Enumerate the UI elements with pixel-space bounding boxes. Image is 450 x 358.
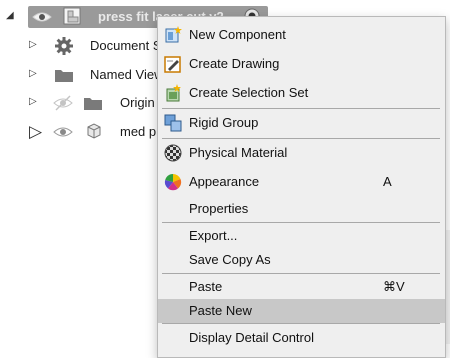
document-icon xyxy=(63,7,81,25)
menu-item-physical-material[interactable]: Physical Material xyxy=(158,141,445,165)
menu-item-save-copy-as[interactable]: Save Copy As xyxy=(158,248,445,272)
menu-separator xyxy=(162,273,440,274)
browser-item-label: Origin xyxy=(120,95,155,110)
menu-item-label: Physical Material xyxy=(189,145,288,160)
expand-triangle-icon[interactable]: ▷ xyxy=(29,68,37,79)
menu-item-create-selection-set[interactable]: Create Selection Set xyxy=(158,81,445,105)
menu-item-label: Paste New xyxy=(189,303,252,318)
shortcut-label: A xyxy=(383,174,392,189)
new-component-icon xyxy=(165,26,182,43)
menu-item-new-component[interactable]: New Component xyxy=(158,23,445,47)
menu-item-label: Export... xyxy=(189,228,238,243)
menu-separator xyxy=(162,323,440,324)
menu-item-label: Properties xyxy=(189,201,249,216)
menu-item-label: Paste xyxy=(189,279,223,294)
menu-item-label: Save Copy As xyxy=(189,252,271,267)
menu-item-rigid-group[interactable]: Rigid Group xyxy=(158,111,445,135)
create-drawing-icon xyxy=(164,56,181,73)
gear-icon xyxy=(55,37,73,55)
menu-item-label: Create Selection Set xyxy=(189,85,309,100)
eye-icon[interactable] xyxy=(32,10,52,24)
eye-icon[interactable] xyxy=(53,125,73,139)
folder-icon xyxy=(55,70,73,82)
physical-material-icon xyxy=(164,144,182,162)
menu-item-create-drawing[interactable]: Create Drawing xyxy=(158,52,445,76)
folder-icon xyxy=(84,98,102,110)
expand-triangle-icon[interactable]: ▷ xyxy=(29,96,37,107)
menu-item-label: Display Detail Control xyxy=(189,330,314,345)
eye-hidden-icon[interactable] xyxy=(53,95,73,111)
menu-separator xyxy=(162,108,440,109)
rigid-group-icon xyxy=(164,114,182,132)
menu-item-export[interactable]: Export... xyxy=(158,224,445,248)
menu-item-properties[interactable]: Properties xyxy=(158,197,445,221)
expand-triangle-icon[interactable]: ▷ xyxy=(29,122,42,142)
menu-item-label: Rigid Group xyxy=(189,115,259,130)
collapse-triangle-icon[interactable]: ◢ xyxy=(6,10,14,21)
menu-item-display-detail-control[interactable]: Display Detail Control xyxy=(158,326,445,350)
expand-triangle-icon[interactable]: ▷ xyxy=(29,39,37,50)
appearance-icon xyxy=(164,173,182,191)
menu-separator xyxy=(162,138,440,139)
menu-item-paste-new[interactable]: Paste New xyxy=(158,299,445,323)
menu-item-paste[interactable]: Paste ⌘V xyxy=(158,275,445,299)
component-icon xyxy=(87,123,101,139)
selection-set-icon xyxy=(166,84,181,102)
menu-item-appearance[interactable]: Appearance A xyxy=(158,170,445,194)
shortcut-label: ⌘V xyxy=(383,279,405,294)
menu-item-label: New Component xyxy=(189,27,286,42)
menu-separator xyxy=(162,222,440,223)
context-menu: New Component Create Drawing Create Sele… xyxy=(157,16,446,358)
menu-item-label: Appearance xyxy=(189,174,260,189)
menu-item-label: Create Drawing xyxy=(189,56,280,71)
